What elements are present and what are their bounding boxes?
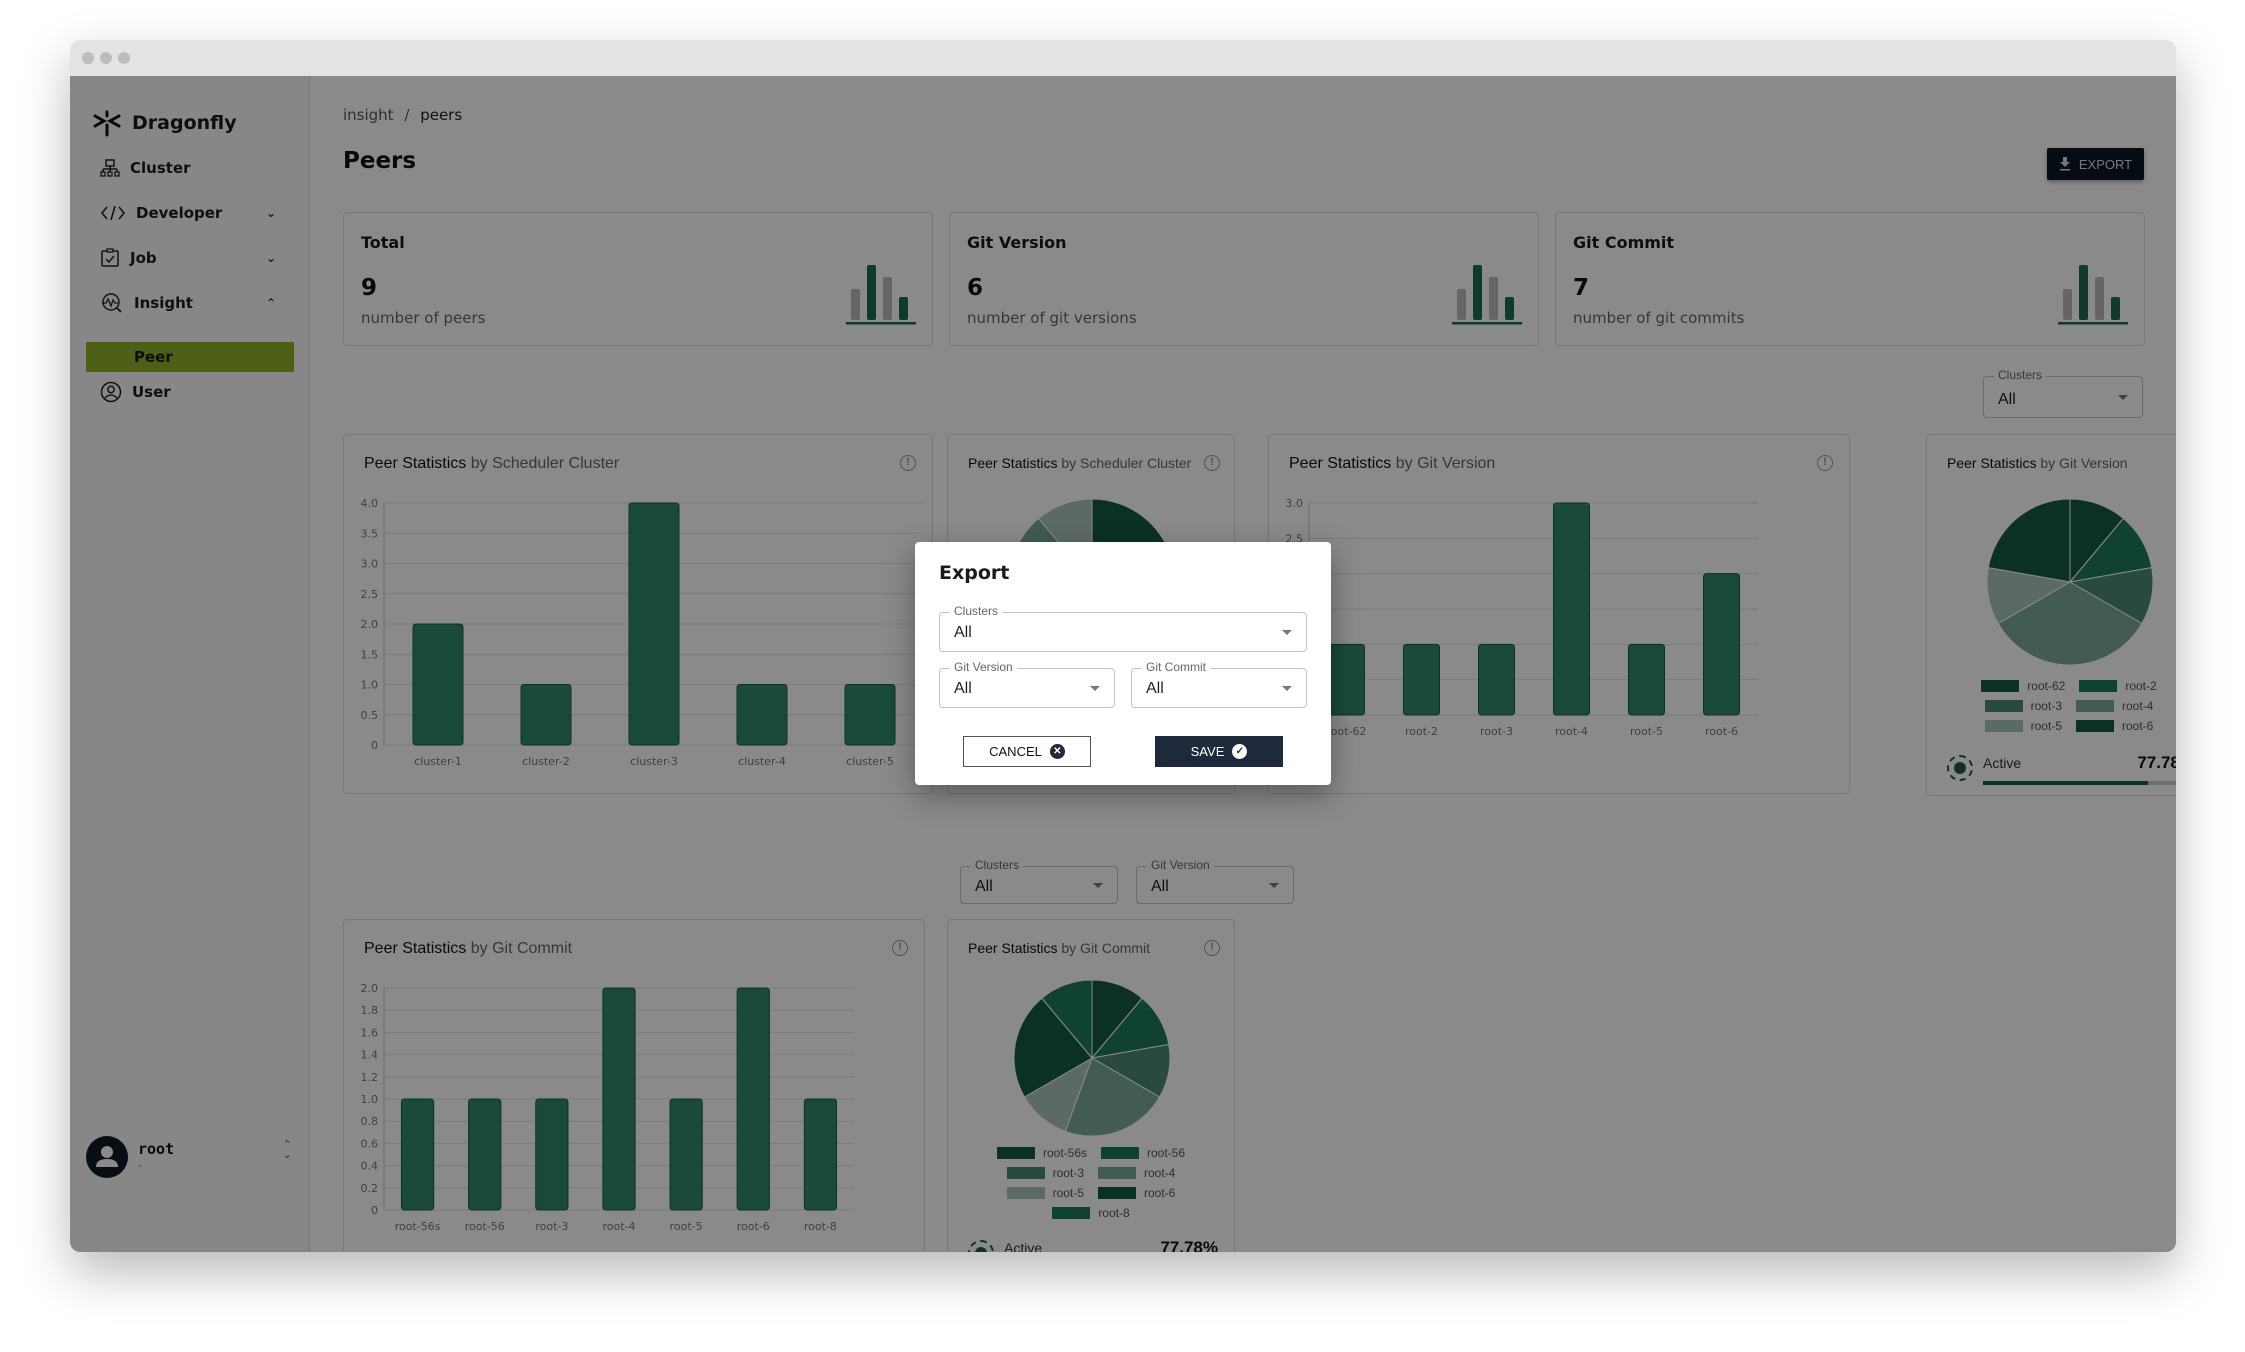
cancel-label: CANCEL (989, 744, 1042, 759)
export-git-version-select[interactable]: Git Version All (939, 660, 1115, 708)
select-value: All (1146, 680, 1164, 697)
export-dialog: Export Clusters All Git Version All Git … (915, 542, 1331, 785)
select-label: Clusters (950, 604, 1003, 618)
save-button[interactable]: SAVE ✓ (1155, 736, 1283, 767)
select-label: Git Commit (1142, 660, 1210, 674)
window-maximize-dot[interactable] (118, 52, 130, 64)
save-label: SAVE (1190, 744, 1225, 759)
window-titlebar (70, 40, 2176, 76)
select-value: All (954, 624, 972, 641)
dialog-title: Export (939, 562, 1010, 584)
select-value: All (954, 680, 972, 697)
export-git-commit-select[interactable]: Git Commit All (1131, 660, 1307, 708)
dropdown-arrow-icon (1282, 686, 1292, 691)
cancel-button[interactable]: CANCEL ✕ (963, 736, 1091, 767)
dropdown-arrow-icon (1090, 686, 1100, 691)
export-clusters-select[interactable]: Clusters All (939, 604, 1307, 652)
check-circle-icon: ✓ (1232, 744, 1248, 759)
cancel-circle-icon: ✕ (1049, 744, 1065, 759)
window-close-dot[interactable] (82, 52, 94, 64)
window-minimize-dot[interactable] (100, 52, 112, 64)
select-label: Git Version (950, 660, 1017, 674)
dropdown-arrow-icon (1282, 630, 1292, 635)
